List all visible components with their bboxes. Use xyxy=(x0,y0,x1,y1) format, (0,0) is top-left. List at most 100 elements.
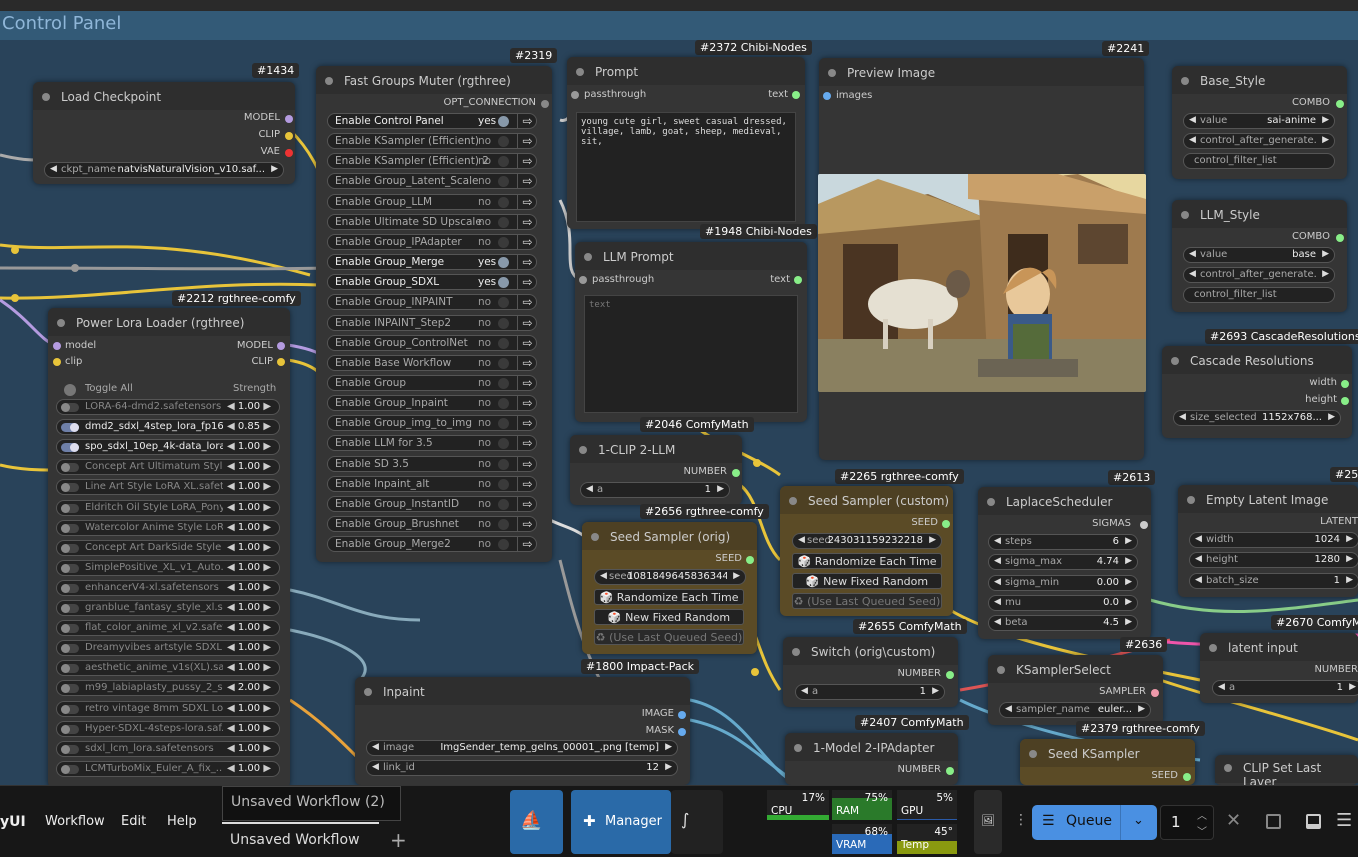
lora-toggle[interactable] xyxy=(61,664,79,674)
lora-strength[interactable]: ◀ 1.00 ▶ xyxy=(227,542,277,553)
collapse-dot[interactable] xyxy=(794,744,802,752)
node-header[interactable]: Preview Image xyxy=(819,58,1144,86)
manager-button[interactable]: ✚ Manager xyxy=(571,790,671,854)
lora-row[interactable]: m99_labiaplasty_pussy_2_s... ◀ 2.00 ▶ xyxy=(56,680,280,697)
toggle-all-toggle[interactable] xyxy=(64,384,76,396)
toggle-switch[interactable] xyxy=(498,317,509,329)
output-combo[interactable]: COMBO xyxy=(1292,231,1330,242)
lora-toggle[interactable] xyxy=(61,684,79,694)
node-header[interactable]: Seed Sampler (custom) xyxy=(780,486,953,514)
collapse-dot[interactable] xyxy=(828,69,836,77)
menu-workflow[interactable]: Workflow xyxy=(45,814,105,829)
lora-strength[interactable]: ◀ 1.00 ▶ xyxy=(227,562,277,573)
lora-row[interactable]: aesthetic_anime_v1s(XL).saf... ◀ 1.00 ▶ xyxy=(56,660,280,677)
collapse-dot[interactable] xyxy=(987,498,995,506)
goto-arrow-icon[interactable]: ⇨ xyxy=(517,476,537,491)
socket-mask[interactable] xyxy=(678,728,686,736)
arrow-left-icon[interactable]: ◀ xyxy=(1195,554,1202,564)
lora-row[interactable]: spo_sdxl_10ep_4k-data_lora... ◀ 1.00 ▶ xyxy=(56,439,280,456)
a-widget[interactable]: ◀ a 1 ▶ xyxy=(1212,680,1358,696)
inpaint-node[interactable]: Inpaint IMAGE MASK ◀ image ImgSender_temp_… xyxy=(355,677,690,785)
node-header[interactable]: LaplaceScheduler xyxy=(978,487,1151,515)
seed-widget[interactable]: ◀ seed 243031159232218 ▶ xyxy=(792,533,942,549)
goto-arrow-icon[interactable]: ⇨ xyxy=(517,255,537,270)
goto-arrow-icon[interactable]: ⇨ xyxy=(517,194,537,209)
socket-passthrough[interactable] xyxy=(571,91,579,99)
lora-row[interactable]: Dreamyvibes artstyle SDXL -... ◀ 1.00 ▶ xyxy=(56,640,280,657)
use-last-queued-seed-button[interactable]: ♻ (Use Last Queued Seed) xyxy=(792,593,942,609)
socket-images[interactable] xyxy=(823,92,831,100)
menu-edit[interactable]: Edit xyxy=(121,814,146,829)
collapse-dot[interactable] xyxy=(997,666,1005,674)
toggle-switch[interactable] xyxy=(498,438,509,450)
muter-row[interactable]: Enable Inpaint_alt no ⇨ xyxy=(327,475,537,492)
muter-row[interactable]: Enable Group no ⇨ xyxy=(327,374,537,391)
arrow-left-icon[interactable]: ◀ xyxy=(994,577,1001,587)
node-header[interactable]: Load Checkpoint xyxy=(33,82,295,110)
toggle-switch[interactable] xyxy=(498,398,509,410)
output-number[interactable]: NUMBER xyxy=(897,764,941,775)
lora-row[interactable]: Concept Art Ultimatum Style ... ◀ 1.00 ▶ xyxy=(56,459,280,476)
arrow-right-icon[interactable]: ▶ xyxy=(260,723,271,734)
collapse-dot[interactable] xyxy=(1209,644,1217,652)
arrow-left-icon[interactable]: ◀ xyxy=(227,763,238,774)
arrow-right-icon[interactable]: ▶ xyxy=(1346,534,1353,544)
socket-seed[interactable] xyxy=(1183,773,1191,781)
toggle-switch[interactable] xyxy=(498,196,509,208)
toggle-switch[interactable] xyxy=(498,277,509,289)
arrow-right-icon[interactable]: ▶ xyxy=(1125,617,1132,627)
arrow-right-icon[interactable]: ▶ xyxy=(260,703,271,714)
goto-arrow-icon[interactable]: ⇨ xyxy=(517,154,537,169)
arrow-left-icon[interactable]: ◀ xyxy=(227,502,238,513)
latent-input-node[interactable]: latent input NUMBER ◀ a 1 ▶ xyxy=(1200,633,1358,703)
lora-toggle[interactable] xyxy=(61,724,79,734)
toggle-switch[interactable] xyxy=(498,418,509,430)
lora-toggle[interactable] xyxy=(61,624,79,634)
arrow-right-icon[interactable]: ▶ xyxy=(271,164,278,174)
image-widget[interactable]: ◀ image ImgSender_temp_gelns_00001_.png [t… xyxy=(366,740,678,756)
clip-set-last-layer-node[interactable]: CLIP Set Last Layer xyxy=(1215,755,1358,789)
a-widget[interactable]: ◀ a 1 ▶ xyxy=(580,482,730,498)
output-seed[interactable]: SEED xyxy=(715,553,742,564)
node-header[interactable]: CLIP Set Last Layer xyxy=(1215,755,1358,789)
socket-number[interactable] xyxy=(946,671,954,679)
muter-row[interactable]: Enable KSampler (Efficient) 2 no ⇨ xyxy=(327,153,537,170)
output-clip[interactable]: CLIP xyxy=(258,129,280,140)
toggle-switch[interactable] xyxy=(498,357,509,369)
arrow-left-icon[interactable]: ◀ xyxy=(994,536,1001,546)
arrow-left-icon[interactable]: ◀ xyxy=(227,461,238,472)
output-text[interactable]: text xyxy=(770,274,790,285)
model2ipadapter-node[interactable]: 1-Model 2-IPAdapter NUMBER xyxy=(785,733,958,785)
socket-passthrough[interactable] xyxy=(579,276,587,284)
queue-button[interactable]: ☰ Queue ⌄ xyxy=(1032,805,1157,840)
preview-image[interactable] xyxy=(818,174,1146,392)
arrow-left-icon[interactable]: ◀ xyxy=(227,642,238,653)
randomize-each-time-button[interactable]: 🎲 Randomize Each Time xyxy=(792,553,942,569)
socket-image[interactable] xyxy=(678,711,686,719)
output-combo[interactable]: COMBO xyxy=(1292,97,1330,108)
lora-toggle[interactable] xyxy=(61,704,79,714)
canvas[interactable]: Control Panel #1434 Load Checkpoint MODE… xyxy=(0,0,1358,857)
socket-number[interactable] xyxy=(732,469,740,477)
arrow-right-icon[interactable]: ▶ xyxy=(260,421,271,432)
goto-arrow-icon[interactable]: ⇨ xyxy=(517,275,537,290)
arrow-right-icon[interactable]: ▶ xyxy=(260,743,271,754)
lora-strength[interactable]: ◀ 1.00 ▶ xyxy=(227,723,277,734)
socket-clip-in[interactable] xyxy=(53,358,61,366)
group-header[interactable]: Control Panel xyxy=(0,11,1358,40)
lora-strength[interactable]: ◀ 2.00 ▶ xyxy=(227,682,277,693)
lora-toggle[interactable] xyxy=(61,423,79,433)
node-header[interactable]: Base_Style xyxy=(1172,66,1347,94)
arrow-left-icon[interactable]: ◀ xyxy=(1195,534,1202,544)
lora-strength[interactable]: ◀ 1.00 ▶ xyxy=(227,441,277,452)
input-model[interactable]: model xyxy=(65,340,96,351)
node-header[interactable]: 1-Model 2-IPAdapter xyxy=(785,733,958,761)
collapse-dot[interactable] xyxy=(584,253,592,261)
collapse-dot[interactable] xyxy=(792,648,800,656)
arrow-right-icon[interactable]: ▶ xyxy=(1125,536,1132,546)
close-icon[interactable]: ✕ xyxy=(1226,810,1241,831)
output-height[interactable]: height xyxy=(1305,394,1337,405)
socket-clip[interactable] xyxy=(285,132,293,140)
toggle-switch[interactable] xyxy=(498,257,509,269)
arrow-right-icon[interactable]: ▶ xyxy=(1125,597,1132,607)
